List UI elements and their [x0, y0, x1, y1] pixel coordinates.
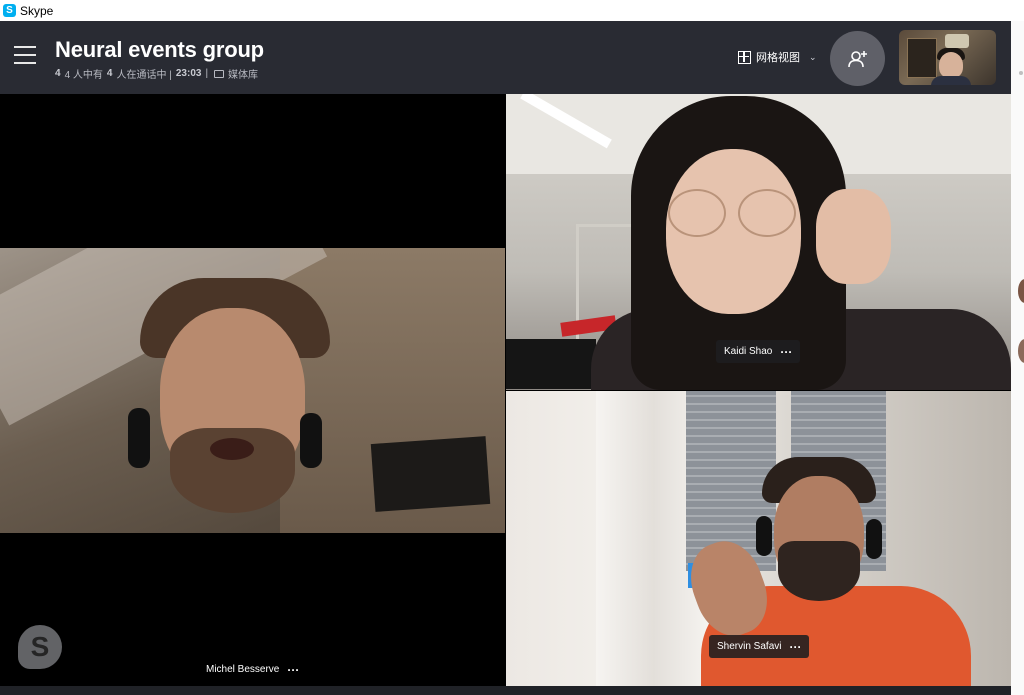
media-gallery-icon[interactable] [214, 69, 225, 78]
menu-icon[interactable] [14, 46, 36, 64]
view-mode-label: 网格视图 [756, 52, 800, 64]
add-participant-button[interactable] [830, 31, 885, 86]
grid-view-icon [738, 50, 751, 64]
call-duration: 23:03 [175, 68, 202, 79]
skype-logo-icon: S [3, 4, 16, 17]
participant-name: Michel Besserve [206, 664, 280, 675]
call-status: 4 4 人中有 4 人在通话中 | 23:03 | 媒体库 [55, 66, 258, 81]
call-controls-bar [0, 686, 1011, 695]
skype-watermark-icon: S [18, 625, 62, 669]
participant-count-text: 4 [55, 68, 61, 79]
self-view-video[interactable] [899, 30, 996, 85]
window-titlebar: S Skype [0, 0, 1024, 21]
participant-name: Kaidi Shao [724, 346, 773, 357]
window-title: Skype [20, 3, 54, 18]
call-header: Neural events group 4 4 人中有 4 人在通话中 | 23… [0, 21, 1011, 94]
chevron-down-icon: ⌄ [809, 51, 817, 62]
more-options-icon[interactable]: ··· [287, 664, 299, 676]
participant-tile-kaidi[interactable]: Kaidi Shao ··· [506, 94, 1011, 390]
view-mode-dropdown[interactable]: 网格视图 ⌄ [738, 49, 817, 65]
participant-video [0, 248, 505, 533]
participant-name-tag[interactable]: Michel Besserve ··· [198, 658, 307, 681]
more-options-icon[interactable]: ··· [789, 641, 801, 653]
avatar [1018, 339, 1024, 363]
call-area: Neural events group 4 4 人中有 4 人在通话中 | 23… [0, 21, 1011, 695]
participant-tile-shervin[interactable]: Shervin Safavi ··· [506, 391, 1011, 695]
avatar [1018, 279, 1024, 303]
group-title[interactable]: Neural events group [55, 37, 264, 63]
participant-name-tag[interactable]: Kaidi Shao ··· [716, 340, 801, 363]
participant-tile-michel[interactable]: Michel Besserve ··· [0, 94, 505, 695]
background-window-edge [1011, 21, 1024, 695]
edge-mark [1019, 71, 1023, 75]
media-gallery-link[interactable]: 媒体库 [228, 66, 258, 81]
participant-name: Shervin Safavi [717, 641, 782, 652]
participant-total-text: 4 人中有 [64, 70, 103, 81]
participant-name-tag[interactable]: Shervin Safavi ··· [709, 635, 810, 658]
status-separator: | [205, 68, 209, 79]
in-call-text: 人在通话中 | [116, 70, 172, 81]
in-call-count: 4 [106, 68, 113, 79]
add-person-icon [847, 50, 867, 67]
more-options-icon[interactable]: ··· [780, 346, 792, 358]
